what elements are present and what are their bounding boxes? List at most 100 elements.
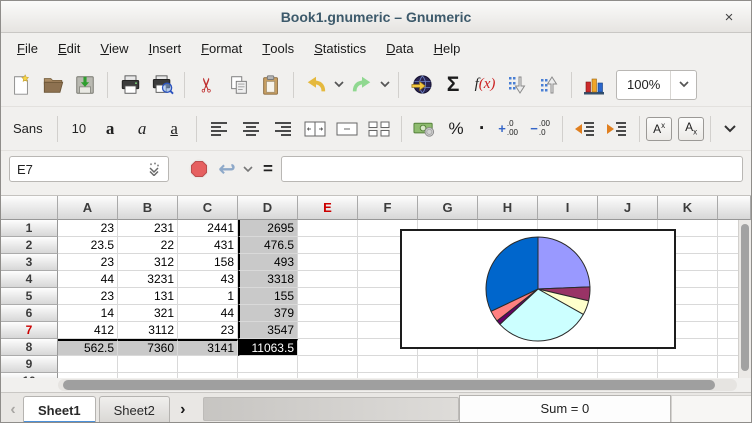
superscript-button[interactable]: Ax xyxy=(646,117,672,141)
row-header-8[interactable]: 8 xyxy=(1,339,58,356)
cell-B8[interactable]: 7360 xyxy=(118,339,178,356)
cell-D8[interactable]: 11063.5 xyxy=(238,339,298,356)
align-right-button[interactable] xyxy=(268,113,298,145)
cell-E3[interactable] xyxy=(298,254,358,271)
cell-D6[interactable]: 379 xyxy=(238,305,298,322)
column-header-B[interactable]: B xyxy=(118,196,178,220)
decrease-indent-button[interactable] xyxy=(570,113,600,145)
row-header-5[interactable]: 5 xyxy=(1,288,58,305)
column-header-C[interactable]: C xyxy=(178,196,238,220)
decrease-precision-button[interactable]: −.00.0 xyxy=(525,113,555,145)
cell-A7[interactable]: 412 xyxy=(58,322,118,339)
sort-descending-button[interactable] xyxy=(502,69,532,101)
cell-A3[interactable]: 23 xyxy=(58,254,118,271)
merge-cells-button[interactable] xyxy=(332,113,362,145)
status-sum-indicator[interactable]: Sum = 0 xyxy=(459,395,671,423)
cell-D5[interactable]: 155 xyxy=(238,288,298,305)
row-header-4[interactable]: 4 xyxy=(1,271,58,288)
tabs-scroll-left-chevron-icon[interactable]: ‹ xyxy=(3,396,23,423)
row-header-2[interactable]: 2 xyxy=(1,237,58,254)
cell-E1[interactable] xyxy=(298,220,358,237)
cell-G9[interactable] xyxy=(418,356,478,373)
column-header-D[interactable]: D xyxy=(238,196,298,220)
cell-C6[interactable]: 44 xyxy=(178,305,238,322)
menu-format[interactable]: Format xyxy=(191,33,252,63)
cell-B6[interactable]: 321 xyxy=(118,305,178,322)
hyperlink-button[interactable] xyxy=(406,69,436,101)
tab-sheet1[interactable]: Sheet1 xyxy=(23,396,96,423)
font-size-selector[interactable]: 10 xyxy=(64,121,94,136)
cell-A2[interactable]: 23.5 xyxy=(58,237,118,254)
toolbar-overflow-chevron-icon[interactable] xyxy=(723,113,737,145)
paste-button[interactable] xyxy=(256,69,286,101)
column-header-A[interactable]: A xyxy=(58,196,118,220)
subscript-button[interactable]: Ax xyxy=(678,117,704,141)
undo-dropdown-chevron-icon[interactable] xyxy=(332,69,346,101)
cancel-button[interactable] xyxy=(186,153,212,185)
format-percent-button[interactable]: % xyxy=(441,113,471,145)
function-button[interactable]: f(x) xyxy=(470,69,500,101)
close-icon[interactable]: × xyxy=(719,7,739,27)
cell-E2[interactable] xyxy=(298,237,358,254)
cell-E5[interactable] xyxy=(298,288,358,305)
column-header-H[interactable]: H xyxy=(478,196,538,220)
select-all-corner[interactable] xyxy=(1,196,58,220)
open-file-button[interactable] xyxy=(38,69,68,101)
cell-C8[interactable]: 3141 xyxy=(178,339,238,356)
zoom-dropdown-chevron-icon[interactable] xyxy=(670,71,696,99)
cell-C5[interactable]: 1 xyxy=(178,288,238,305)
column-header-I[interactable]: I xyxy=(538,196,598,220)
enter-button[interactable]: ↩ xyxy=(214,153,240,185)
cell-B7[interactable]: 3112 xyxy=(118,322,178,339)
redo-dropdown-chevron-icon[interactable] xyxy=(378,69,392,101)
column-header-K[interactable]: K xyxy=(658,196,718,220)
column-header-G[interactable]: G xyxy=(418,196,478,220)
cell-A8[interactable]: 562.5 xyxy=(58,339,118,356)
cell-C4[interactable]: 43 xyxy=(178,271,238,288)
redo-button[interactable] xyxy=(347,69,377,101)
cell-A9[interactable] xyxy=(58,356,118,373)
insert-chart-button[interactable] xyxy=(579,69,609,101)
cell-B3[interactable]: 312 xyxy=(118,254,178,271)
cell-B5[interactable]: 131 xyxy=(118,288,178,305)
menu-data[interactable]: Data xyxy=(376,33,423,63)
print-button[interactable] xyxy=(115,69,145,101)
cell-A4[interactable]: 44 xyxy=(58,271,118,288)
sort-ascending-button[interactable] xyxy=(534,69,564,101)
undo-button[interactable] xyxy=(301,69,331,101)
cell-F9[interactable] xyxy=(358,356,418,373)
cell-E7[interactable] xyxy=(298,322,358,339)
cell-C9[interactable] xyxy=(178,356,238,373)
menu-statistics[interactable]: Statistics xyxy=(304,33,376,63)
cut-button[interactable]: ✂ xyxy=(192,69,222,101)
cell-E4[interactable] xyxy=(298,271,358,288)
cell-E6[interactable] xyxy=(298,305,358,322)
menu-tools[interactable]: Tools xyxy=(252,33,304,63)
cell-D1[interactable]: 2695 xyxy=(238,220,298,237)
cell-D9[interactable] xyxy=(238,356,298,373)
row-header-6[interactable]: 6 xyxy=(1,305,58,322)
row-header-1[interactable]: 1 xyxy=(1,220,58,237)
italic-button[interactable]: a xyxy=(127,113,157,145)
underline-button[interactable]: a xyxy=(159,113,189,145)
vertical-scrollbar[interactable] xyxy=(738,220,751,378)
column-header-E[interactable]: E xyxy=(298,196,358,220)
menu-insert[interactable]: Insert xyxy=(139,33,192,63)
cell-C7[interactable]: 23 xyxy=(178,322,238,339)
align-center-button[interactable] xyxy=(236,113,266,145)
cell-B2[interactable]: 22 xyxy=(118,237,178,254)
align-left-button[interactable] xyxy=(204,113,234,145)
bold-button[interactable]: a xyxy=(95,113,125,145)
zoom-combobox[interactable]: 100% xyxy=(616,70,697,100)
menu-help[interactable]: Help xyxy=(424,33,471,63)
tabs-scroll-right-chevron-icon[interactable]: › xyxy=(173,396,193,423)
center-across-selection-button[interactable] xyxy=(300,113,330,145)
cell-K9[interactable] xyxy=(658,356,718,373)
cell-D7[interactable]: 3547 xyxy=(238,322,298,339)
format-currency-button[interactable] xyxy=(409,113,439,145)
cell-C2[interactable]: 431 xyxy=(178,237,238,254)
cell-A1[interactable]: 23 xyxy=(58,220,118,237)
cell-D2[interactable]: 476.5 xyxy=(238,237,298,254)
print-preview-button[interactable] xyxy=(147,69,177,101)
vertical-scrollbar-thumb[interactable] xyxy=(741,224,749,371)
